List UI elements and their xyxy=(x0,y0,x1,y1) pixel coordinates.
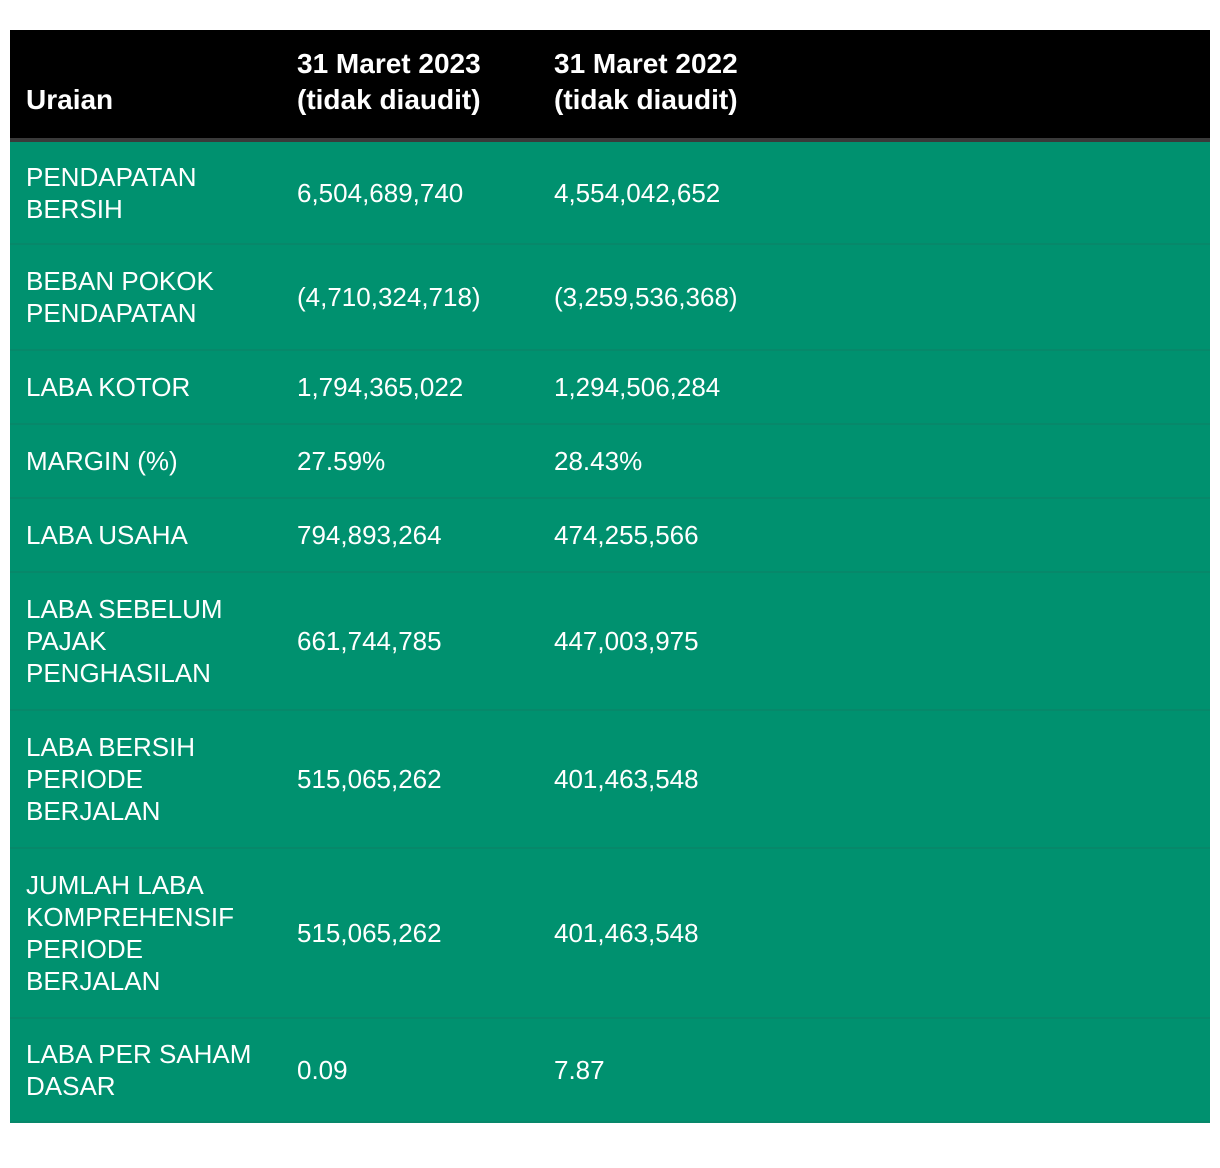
empty-cell xyxy=(795,350,1210,424)
row-label: LABA USAHA xyxy=(26,520,188,550)
empty-cell xyxy=(795,572,1210,710)
table-row: LABA BERSIH PERIODE BERJALAN 515,065,262… xyxy=(10,710,1210,848)
row-label: LABA PER SAHAM DASAR xyxy=(26,1039,252,1101)
header-empty xyxy=(795,30,1210,140)
value-2023: 515,065,262 xyxy=(297,918,442,948)
table-row: PENDAPATAN BERSIH 6,504,689,740 4,554,04… xyxy=(10,140,1210,244)
table-header: Uraian 31 Maret 2023 (tidak diaudit) 31 … xyxy=(10,30,1210,140)
header-2022: 31 Maret 2022 (tidak diaudit) xyxy=(554,48,738,115)
row-label: LABA BERSIH PERIODE BERJALAN xyxy=(26,732,196,826)
header-2023: 31 Maret 2023 (tidak diaudit) xyxy=(297,48,481,115)
value-2022: 4,554,042,652 xyxy=(554,177,721,208)
table-row: LABA PER SAHAM DASAR 0.09 7.87 xyxy=(10,1018,1210,1122)
financial-table-container: Uraian 31 Maret 2023 (tidak diaudit) 31 … xyxy=(10,30,1210,1123)
value-2022: 28.43% xyxy=(554,446,643,476)
value-2022: 401,463,548 xyxy=(554,918,699,948)
value-2022: 1,294,506,284 xyxy=(554,372,721,402)
value-2023: 6,504,689,740 xyxy=(297,177,464,208)
empty-cell xyxy=(795,498,1210,572)
empty-cell xyxy=(795,424,1210,498)
empty-cell xyxy=(795,1018,1210,1122)
row-label: PENDAPATAN BERSIH xyxy=(26,161,197,224)
row-label: LABA SEBELUM PAJAK PENGHASILAN xyxy=(26,594,223,688)
header-uraian: Uraian xyxy=(26,84,114,115)
value-2022: 474,255,566 xyxy=(554,520,699,550)
value-2022: 447,003,975 xyxy=(554,626,699,656)
value-2023: 1,794,365,022 xyxy=(297,372,464,402)
header-row: Uraian 31 Maret 2023 (tidak diaudit) 31 … xyxy=(10,30,1210,140)
row-label: JUMLAH LABA KOMPREHENSIF PERIODE BERJALA… xyxy=(26,870,235,996)
value-2023: (4,710,324,718) xyxy=(297,282,481,312)
financial-summary-table: Uraian 31 Maret 2023 (tidak diaudit) 31 … xyxy=(10,30,1210,1123)
table-row: MARGIN (%) 27.59% 28.43% xyxy=(10,424,1210,498)
value-2023: 0.09 xyxy=(297,1055,348,1085)
row-label: BEBAN POKOK PENDAPATAN xyxy=(26,266,214,328)
empty-cell xyxy=(795,140,1210,244)
table-body: PENDAPATAN BERSIH 6,504,689,740 4,554,04… xyxy=(10,140,1210,1122)
empty-cell xyxy=(795,244,1210,350)
table-row: JUMLAH LABA KOMPREHENSIF PERIODE BERJALA… xyxy=(10,848,1210,1018)
row-label: LABA KOTOR xyxy=(26,372,191,402)
value-2023: 661,744,785 xyxy=(297,626,442,656)
empty-cell xyxy=(795,848,1210,1018)
table-row: LABA USAHA 794,893,264 474,255,566 xyxy=(10,498,1210,572)
table-row: LABA KOTOR 1,794,365,022 1,294,506,284 xyxy=(10,350,1210,424)
value-2022: (3,259,536,368) xyxy=(554,282,738,312)
value-2022: 401,463,548 xyxy=(554,764,699,794)
value-2023: 27.59% xyxy=(297,446,386,476)
table-row: BEBAN POKOK PENDAPATAN (4,710,324,718) (… xyxy=(10,244,1210,350)
value-2023: 794,893,264 xyxy=(297,520,442,550)
table-row: LABA SEBELUM PAJAK PENGHASILAN 661,744,7… xyxy=(10,572,1210,710)
empty-cell xyxy=(795,710,1210,848)
value-2023: 515,065,262 xyxy=(297,764,442,794)
value-2022: 7.87 xyxy=(554,1055,605,1085)
row-label: MARGIN (%) xyxy=(26,446,178,476)
